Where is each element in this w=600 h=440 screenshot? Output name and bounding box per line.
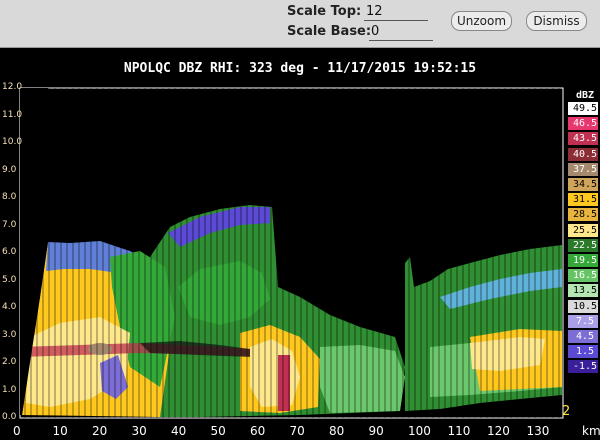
colorbar-level-label: 31.5	[572, 194, 598, 206]
y-tick-label: 0.0	[2, 412, 17, 422]
toolbar: Scale Top: Scale Base: Unzoom Dismiss	[0, 0, 600, 48]
y-tick-label: 12.0	[2, 82, 23, 92]
x-tick-label: 90	[368, 424, 384, 438]
x-tick-label: 10	[52, 424, 68, 438]
x-tick-label: 70	[289, 424, 305, 438]
plot-title: NPOLQC DBZ RHI: 323 deg - 11/17/2015 19:…	[123, 61, 477, 76]
colorbar-level-label: 49.5	[572, 103, 598, 114]
colorbar-level-label: 10.5	[572, 300, 598, 312]
colorbar-title: dBZ	[575, 90, 595, 101]
x-tick-label: 50	[210, 424, 226, 438]
colorbar-level-label: 1.5	[575, 346, 595, 358]
y-tick-label: 5.0	[2, 274, 17, 285]
unzoom-button[interactable]: Unzoom	[451, 11, 512, 31]
x-tick-label: 100	[408, 424, 431, 438]
x-tick-label: 40	[171, 424, 187, 438]
colorbar-level-label: 25.5	[572, 224, 598, 236]
scale-base-input[interactable]	[369, 23, 433, 41]
scale-top-input[interactable]	[364, 3, 428, 21]
x-tick-label: 30	[131, 424, 147, 438]
y-tick-label: 7.0	[2, 219, 17, 230]
radar-echo	[20, 88, 563, 418]
zoom-indicator: 2	[562, 404, 571, 419]
colorbar-level-label: 16.5	[572, 270, 598, 282]
x-tick-label: 120	[487, 424, 510, 438]
y-tick-label: 4.0	[2, 302, 17, 312]
dismiss-button[interactable]: Dismiss	[526, 11, 587, 31]
colorbar-level-label: 34.5	[572, 179, 598, 190]
y-tick-label: 8.0	[2, 192, 17, 202]
y-tick-label: 9.0	[2, 164, 17, 175]
colorbar-level-label: 7.5	[575, 315, 595, 327]
x-tick-label: 60	[250, 424, 266, 438]
colorbar-level-label: 13.5	[572, 285, 598, 297]
scale-top-label: Scale Top:	[287, 4, 362, 19]
x-tick-label: 20	[92, 424, 108, 438]
colorbar-level-label: 22.5	[572, 239, 598, 251]
y-tick-label: 6.0	[2, 247, 17, 257]
colorbar-level-label: 46.5	[572, 118, 598, 130]
x-tick-label: 130	[526, 424, 550, 438]
rhi-plot	[19, 87, 564, 419]
echo-texture	[20, 88, 563, 418]
y-tick-label: 10.0	[2, 137, 23, 147]
colorbar-level-label: 40.5	[572, 148, 598, 160]
y-tick-label: 11.0	[2, 109, 23, 120]
y-tick-label: 2.0	[2, 357, 17, 367]
y-tick-label: 3.0	[2, 329, 17, 340]
scale-base-label: Scale Base:	[287, 24, 372, 39]
colorbar-level-label: 19.5	[572, 255, 598, 266]
y-tick-label: 1.0	[2, 384, 17, 395]
colorbar-level-label: -1.5	[572, 361, 598, 373]
x-tick-label: 110	[447, 424, 471, 438]
x-tick-label: 80	[329, 424, 345, 438]
x-axis-unit: km	[582, 424, 600, 438]
x-tick-label: 0	[13, 424, 21, 438]
colorbar-level-label: 43.5	[572, 133, 598, 145]
colorbar-level-label: 4.5	[575, 331, 595, 342]
colorbar-level-label: 37.5	[572, 163, 598, 175]
colorbar-level-label: 28.5	[572, 209, 598, 221]
